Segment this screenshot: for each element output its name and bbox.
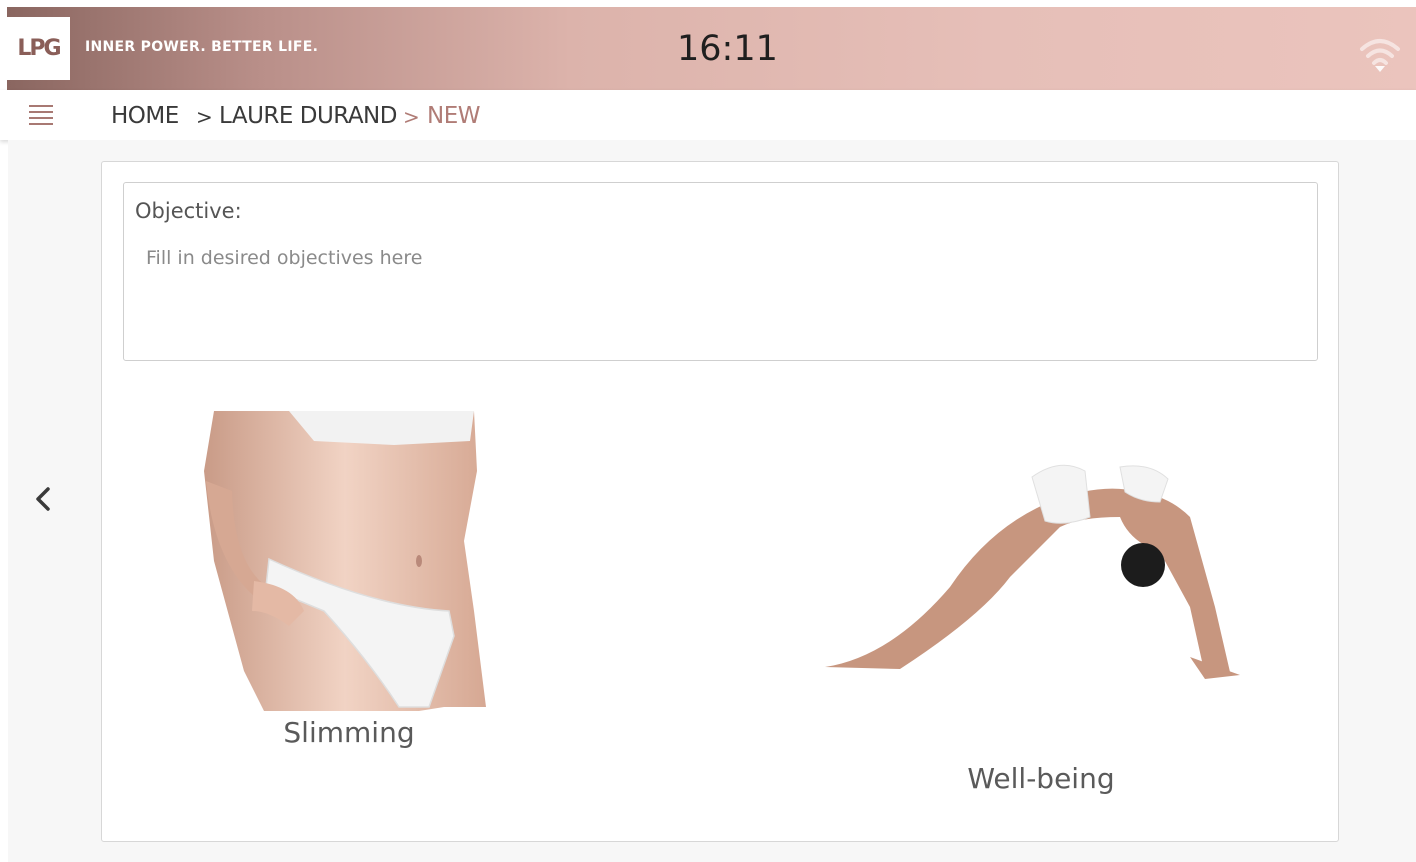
well-being-tile[interactable]: Well-being <box>820 457 1240 795</box>
breadcrumb-home[interactable]: HOME <box>111 103 179 129</box>
slimming-photo <box>204 411 486 711</box>
tagline: INNER POWER. BETTER LIFE. <box>85 39 319 55</box>
well-being-label: Well-being <box>967 762 1115 795</box>
slimming-tile[interactable]: Slimming <box>174 411 494 751</box>
breadcrumb-bar: HOME > LAURE DURAND > NEW <box>0 90 1416 140</box>
breadcrumb-client[interactable]: LAURE DURAND <box>219 103 397 129</box>
objective-input[interactable] <box>144 245 1298 349</box>
lpg-logo: LPG <box>7 17 70 80</box>
objective-card: Objective: Slimming <box>101 161 1339 842</box>
breadcrumb-current: NEW <box>427 103 480 129</box>
clock: 16:11 <box>677 29 778 69</box>
logo-text: LPG <box>17 36 61 61</box>
top-bar: LPG INNER POWER. BETTER LIFE. 16:11 <box>7 7 1416 90</box>
objective-box[interactable]: Objective: <box>123 182 1318 361</box>
well-being-photo <box>825 464 1240 679</box>
objective-label: Objective: <box>135 199 242 223</box>
wifi-icon <box>1360 39 1400 72</box>
breadcrumb-separator: > <box>403 105 420 129</box>
chevron-left-icon[interactable] <box>30 484 56 514</box>
breadcrumb-separator: > <box>196 105 213 129</box>
slimming-label: Slimming <box>283 716 415 749</box>
hamburger-menu-icon[interactable] <box>29 105 53 125</box>
